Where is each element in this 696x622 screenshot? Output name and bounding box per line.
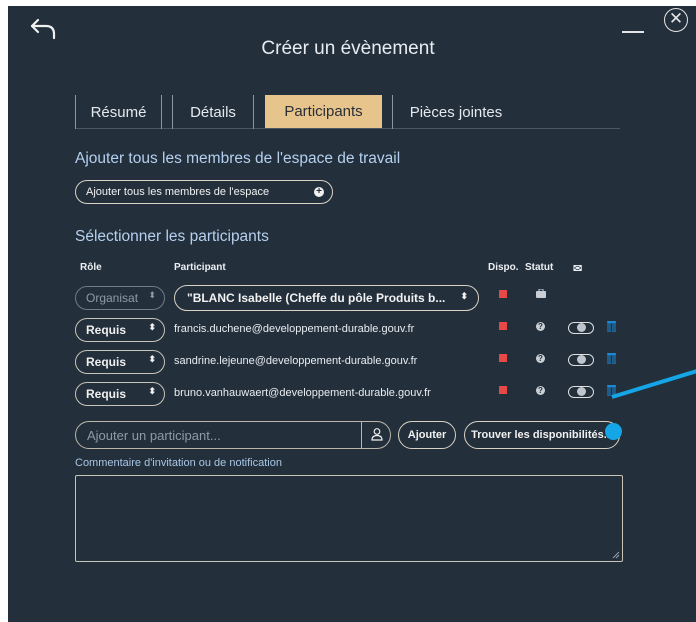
tab-participants[interactable]: Participants bbox=[265, 95, 382, 128]
dispo-indicator bbox=[499, 290, 507, 298]
role-value: Requis bbox=[86, 387, 127, 401]
participant-email: bruno.vanhauwaert@developpement-durable.… bbox=[174, 387, 431, 399]
input-separator bbox=[361, 421, 362, 449]
comment-textarea[interactable] bbox=[75, 475, 623, 562]
role-select[interactable]: Requis ⬍ bbox=[75, 350, 165, 374]
status-unknown-icon: ? bbox=[536, 322, 545, 331]
tab-resume[interactable]: Résumé bbox=[75, 95, 162, 129]
participant-email: sandrine.lejeune@developpement-durable.g… bbox=[174, 355, 418, 367]
organizer-participant-value: "BLANC Isabelle (Cheffe du pôle Produits… bbox=[187, 291, 446, 305]
sort-arrows-icon: ⬍ bbox=[148, 386, 156, 396]
comment-label: Commentaire d'invitation ou de notificat… bbox=[75, 457, 282, 469]
role-select[interactable]: Requis ⬍ bbox=[75, 382, 165, 406]
minimize-icon[interactable] bbox=[622, 31, 644, 33]
column-dispo: Dispo. bbox=[488, 262, 519, 273]
trash-icon[interactable] bbox=[607, 352, 616, 364]
participants-heading: Sélectionner les participants bbox=[75, 228, 269, 245]
resize-handle-icon[interactable] bbox=[612, 551, 620, 559]
participant-email: francis.duchene@developpement-durable.go… bbox=[174, 323, 415, 335]
add-participant-input[interactable]: Ajouter un participant... bbox=[75, 421, 391, 449]
role-value: Requis bbox=[86, 355, 127, 369]
role-value: Requis bbox=[86, 323, 127, 337]
notify-toggle[interactable] bbox=[568, 322, 594, 334]
sort-arrows-icon: ⬍ bbox=[460, 291, 468, 301]
sort-arrows-icon: ⬍ bbox=[148, 354, 156, 364]
dispo-indicator bbox=[499, 322, 507, 330]
close-icon[interactable]: ✕ bbox=[664, 8, 688, 32]
notify-toggle[interactable] bbox=[568, 386, 594, 398]
tab-details[interactable]: Détails bbox=[172, 95, 254, 129]
sort-arrows-icon: ⬍ bbox=[148, 290, 156, 300]
column-participant: Participant bbox=[174, 262, 226, 273]
status-unknown-icon: ? bbox=[536, 354, 545, 363]
plus-circle-icon: + bbox=[314, 187, 324, 197]
dispo-indicator bbox=[499, 386, 507, 394]
column-statut: Statut bbox=[525, 262, 554, 273]
pointer-dot bbox=[605, 423, 622, 440]
dispo-indicator bbox=[499, 354, 507, 362]
status-unknown-icon: ? bbox=[536, 386, 545, 395]
tab-pieces-jointes[interactable]: Pièces jointes bbox=[392, 95, 519, 129]
user-icon[interactable] bbox=[370, 427, 384, 441]
add-workspace-members-button[interactable]: Ajouter tous les membres de l'espace + bbox=[75, 180, 333, 204]
find-availability-button[interactable]: Trouver les disponibilités... bbox=[464, 421, 620, 449]
add-participant-button[interactable]: Ajouter bbox=[398, 421, 456, 449]
notify-toggle[interactable] bbox=[568, 354, 594, 366]
organizer-participant-select[interactable]: "BLANC Isabelle (Cheffe du pôle Produits… bbox=[174, 285, 479, 311]
add-workspace-members-label: Ajouter tous les membres de l'espace bbox=[86, 186, 270, 198]
organizer-role-select: Organisat ⬍ bbox=[75, 286, 165, 310]
envelope-icon: ✉ bbox=[573, 263, 583, 275]
column-role: Rôle bbox=[80, 262, 102, 273]
organizer-role-value: Organisat bbox=[86, 291, 139, 305]
dialog-title: Créer un évènement bbox=[261, 38, 435, 59]
role-select[interactable]: Requis ⬍ bbox=[75, 318, 165, 342]
trash-icon[interactable] bbox=[607, 320, 616, 332]
briefcase-icon bbox=[536, 289, 546, 298]
sort-arrows-icon: ⬍ bbox=[148, 322, 156, 332]
workspace-heading: Ajouter tous les membres de l'espace de … bbox=[75, 150, 401, 167]
